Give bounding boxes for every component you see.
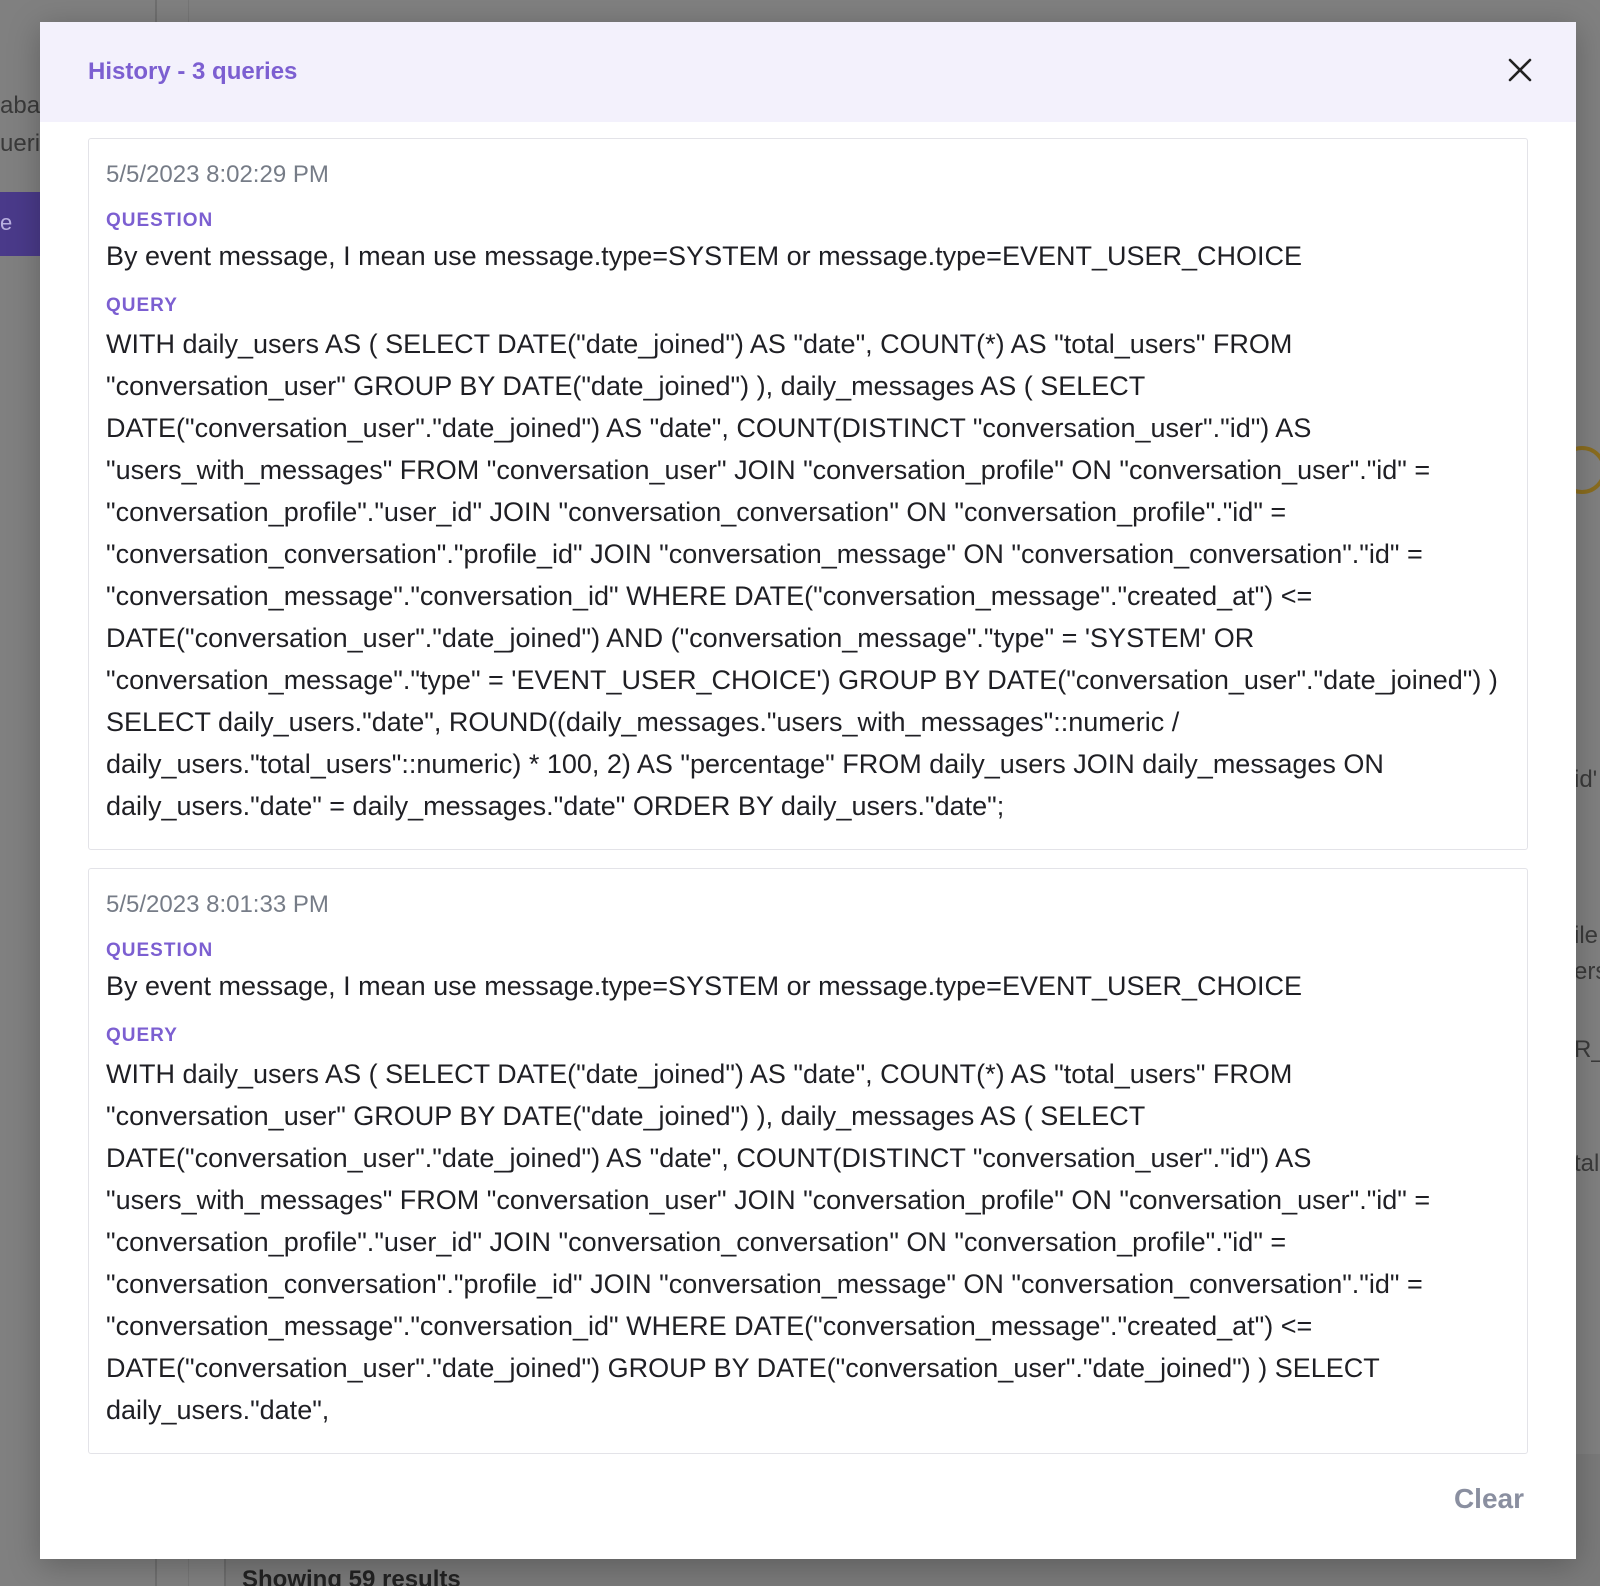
query-text: WITH daily_users AS ( SELECT DATE("date_…	[106, 329, 1498, 821]
right-text-fragment: R_C	[1574, 1036, 1600, 1063]
sidebar-text-fragment: aba	[0, 92, 41, 119]
entry-timestamp: 5/5/2023 8:02:29 PM	[106, 161, 329, 188]
right-text-fragment: ile	[1574, 922, 1599, 949]
modal-title: History - 3 queries	[88, 58, 298, 85]
query-label: QUERY	[106, 295, 178, 316]
modal-header: History - 3 queries	[40, 22, 1576, 122]
question-text: By event message, I mean use message.typ…	[106, 971, 1303, 1001]
question-label: QUESTION	[106, 940, 214, 961]
modal-footer: Clear	[40, 1463, 1576, 1559]
history-list[interactable]: 5/5/2023 8:02:29 PM QUESTION By event me…	[88, 138, 1528, 1462]
history-entry[interactable]: 5/5/2023 8:02:29 PM QUESTION By event me…	[88, 138, 1528, 850]
close-button[interactable]	[1504, 54, 1536, 86]
sidebar-button-label: e	[0, 210, 13, 235]
right-text-fragment: ers	[1574, 958, 1600, 985]
right-text-fragment: tal	[1574, 1150, 1600, 1177]
sidebar-button: e	[0, 192, 42, 256]
results-count: Showing 59 results	[242, 1566, 461, 1586]
right-text-fragment: id'	[1574, 766, 1598, 793]
close-icon	[1508, 58, 1532, 82]
clear-button[interactable]: Clear	[1454, 1483, 1524, 1515]
question-text: By event message, I mean use message.typ…	[106, 241, 1303, 271]
sidebar-text-fragment: ueri	[0, 130, 41, 157]
history-modal: History - 3 queries 5/5/2023 8:02:29 PM …	[40, 22, 1576, 1559]
history-entry[interactable]: 5/5/2023 8:01:33 PM QUESTION By event me…	[88, 868, 1528, 1454]
entry-timestamp: 5/5/2023 8:01:33 PM	[106, 891, 329, 918]
question-label: QUESTION	[106, 210, 214, 231]
query-label: QUERY	[106, 1025, 178, 1046]
query-text: WITH daily_users AS ( SELECT DATE("date_…	[106, 1059, 1431, 1425]
